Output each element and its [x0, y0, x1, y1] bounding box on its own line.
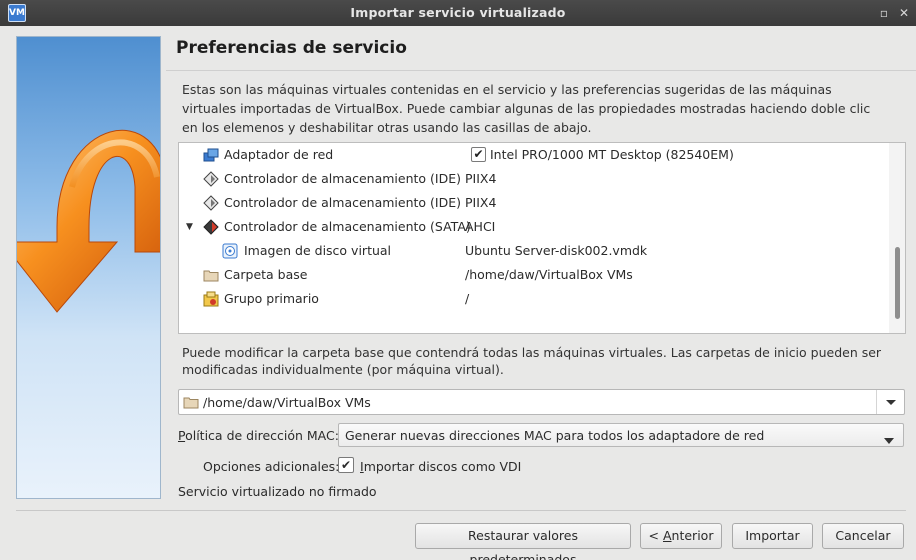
tree-row-value[interactable]: Intel PRO/1000 MT Desktop (82540EM)	[490, 147, 734, 162]
tree-scrollbar[interactable]	[889, 143, 905, 333]
base-folder-combo[interactable]: /home/daw/VirtualBox VMs	[178, 389, 905, 415]
chevron-down-icon[interactable]	[876, 390, 904, 414]
intro-text: Estas son las máquinas virtuales conteni…	[182, 82, 871, 135]
wizard-artwork	[16, 36, 161, 499]
import-button[interactable]: Importar	[732, 523, 813, 549]
tree-row-base-folder[interactable]: Carpeta base /home/daw/VirtualBox VMs	[179, 263, 891, 287]
tree-row-network-adapter[interactable]: Adaptador de red ✔ Intel PRO/1000 MT Des…	[179, 143, 891, 167]
tree-row-label: Grupo primario	[224, 291, 319, 306]
chevron-down-icon[interactable]	[883, 433, 895, 448]
base-folder-description: Puede modificar la carpeta base que cont…	[182, 345, 882, 377]
expand-arrow-icon[interactable]: ▼	[186, 222, 196, 232]
scrollbar-thumb[interactable]	[895, 247, 900, 319]
tree-row-label: Imagen de disco virtual	[244, 243, 392, 258]
page-title: Preferencias de servicio	[176, 38, 407, 58]
sata-controller-icon	[203, 219, 219, 235]
tree-row-primary-group[interactable]: Grupo primario /	[179, 287, 891, 311]
ide-controller-icon	[203, 195, 219, 211]
network-adapter-icon	[203, 147, 219, 163]
import-vdi-label[interactable]: Importar discos como VDI	[360, 459, 521, 474]
restore-window-button[interactable]: ▫	[876, 5, 892, 21]
group-icon	[203, 291, 219, 307]
tree-row-label: Controlador de almacenamiento (IDE)	[224, 171, 461, 186]
tree-row-sata-controller[interactable]: ▼ Controlador de almacenamiento (SATA) A…	[179, 215, 891, 239]
tree-row-value[interactable]: /home/daw/VirtualBox VMs	[465, 267, 633, 282]
button-divider	[16, 510, 906, 511]
tree-row-value[interactable]: PIIX4	[465, 195, 496, 210]
tree-row-value[interactable]: /	[465, 291, 469, 306]
network-adapter-checkbox[interactable]: ✔	[471, 147, 486, 162]
tree-row-label: Controlador de almacenamiento (SATA)	[224, 219, 471, 234]
cancel-button[interactable]: Cancelar	[822, 523, 904, 549]
folder-icon	[183, 394, 199, 413]
back-button[interactable]: < Anterior	[640, 523, 722, 549]
tree-row-virtual-disk[interactable]: Imagen de disco virtual Ubuntu Server-di…	[179, 239, 891, 263]
tree-row-value[interactable]: AHCI	[465, 219, 495, 234]
mac-policy-value: Generar nuevas direcciones MAC para todo…	[345, 428, 765, 443]
tree-row-value[interactable]: Ubuntu Server-disk002.vmdk	[465, 243, 647, 258]
restore-defaults-button[interactable]: Restaurar valores predeterminados	[415, 523, 631, 560]
base-folder-value: /home/daw/VirtualBox VMs	[203, 395, 371, 410]
header-divider	[166, 70, 916, 71]
mac-policy-select[interactable]: Generar nuevas direcciones MAC para todo…	[338, 423, 904, 447]
mac-policy-label: Política de dirección MAC:	[178, 428, 339, 443]
import-arrow-artwork	[17, 129, 160, 313]
tree-row-value[interactable]: PIIX4	[465, 171, 496, 186]
tree-row-label: Controlador de almacenamiento (IDE)	[224, 195, 461, 210]
tree-row-ide-controller-2[interactable]: Controlador de almacenamiento (IDE) PIIX…	[179, 191, 891, 215]
window-title: Importar servicio virtualizado	[350, 5, 566, 20]
tree-row-label: Adaptador de red	[224, 147, 334, 162]
virtual-disk-icon	[222, 243, 238, 259]
ide-controller-icon	[203, 171, 219, 187]
appliance-settings-tree[interactable]: Adaptador de red ✔ Intel PRO/1000 MT Des…	[178, 142, 906, 334]
close-window-button[interactable]: ✕	[896, 5, 912, 21]
title-bar: VM Importar servicio virtualizado ▫ ✕	[0, 0, 916, 26]
tree-row-label: Carpeta base	[224, 267, 308, 282]
signature-status: Servicio virtualizado no firmado	[178, 484, 377, 499]
additional-options-label: Opciones adicionales:	[203, 459, 340, 474]
tree-row-ide-controller-1[interactable]: Controlador de almacenamiento (IDE) PIIX…	[179, 167, 891, 191]
folder-icon	[203, 267, 219, 283]
import-vdi-checkbox[interactable]: ✔	[338, 457, 354, 473]
